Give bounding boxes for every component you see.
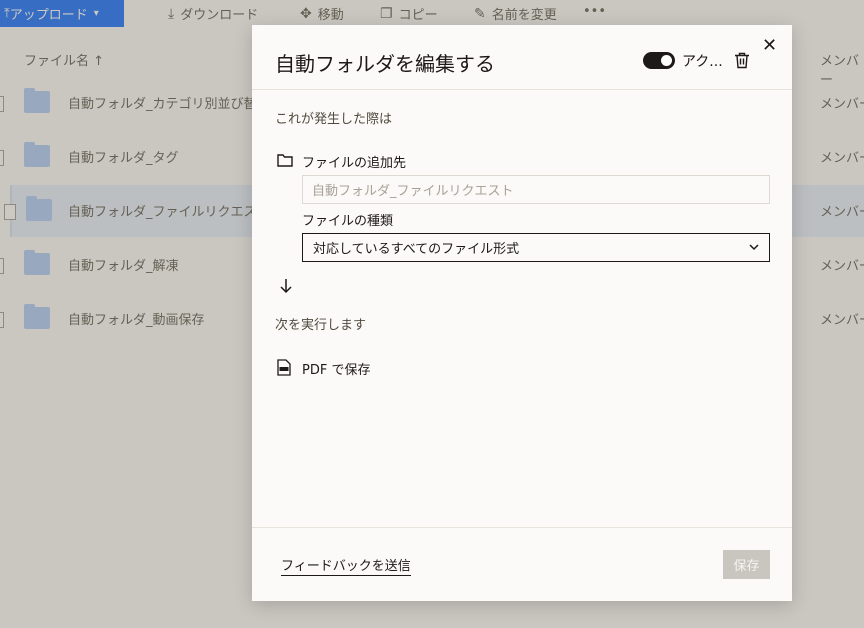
save-button[interactable]: 保存	[723, 550, 770, 579]
send-feedback-link[interactable]: フィードバックを送信	[281, 555, 411, 576]
close-icon[interactable]: ✕	[762, 37, 777, 55]
toggle-knob	[661, 55, 672, 66]
dialog-title: 自動フォルダを編集する	[275, 52, 495, 76]
toggle-label: アク...	[682, 54, 723, 70]
filetype-select[interactable]: 対応しているすべてのファイル形式	[302, 233, 770, 262]
edit-automated-folder-dialog: 自動フォルダを編集する アク... ✕ これが発生した際は ファイルの追加先 フ…	[252, 25, 792, 601]
action-label[interactable]: PDF で保存	[302, 359, 370, 378]
pdf-file-icon	[277, 359, 291, 376]
trash-icon[interactable]	[734, 52, 750, 69]
trigger-heading: これが発生した際は	[275, 112, 393, 127]
arrow-down-icon	[280, 279, 292, 294]
folder-icon	[277, 154, 293, 167]
action-heading: 次を実行します	[275, 318, 367, 333]
active-toggle[interactable]	[643, 52, 675, 69]
filetype-value: 対応しているすべてのファイル形式	[313, 242, 520, 257]
chevron-down-icon	[749, 244, 759, 251]
destination-input[interactable]	[302, 175, 770, 204]
filetype-label: ファイルの種類	[302, 214, 394, 229]
destination-label: ファイルの追加先	[302, 156, 407, 171]
footer-divider	[252, 527, 792, 528]
header-divider	[252, 89, 792, 90]
